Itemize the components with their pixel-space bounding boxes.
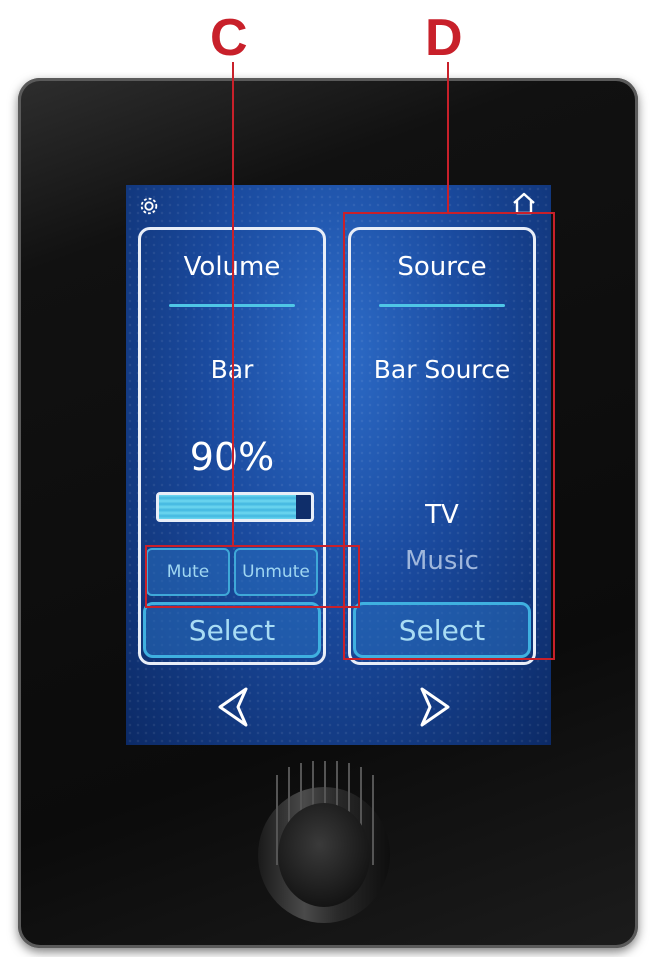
callout-box-d	[343, 212, 555, 660]
volume-slider-fill	[159, 495, 296, 519]
callout-label-d: D	[425, 9, 463, 67]
callout-line-d	[447, 62, 449, 212]
callout-label-c: C	[210, 9, 248, 67]
chevron-right-icon[interactable]	[416, 683, 456, 731]
gear-icon[interactable]	[138, 195, 160, 217]
rotary-knob[interactable]	[255, 705, 393, 925]
callout-line-c	[232, 62, 234, 545]
chevron-left-icon[interactable]	[212, 683, 252, 731]
volume-select-button[interactable]: Select	[143, 602, 321, 658]
volume-slider[interactable]	[156, 492, 314, 522]
callout-box-c	[145, 545, 360, 608]
